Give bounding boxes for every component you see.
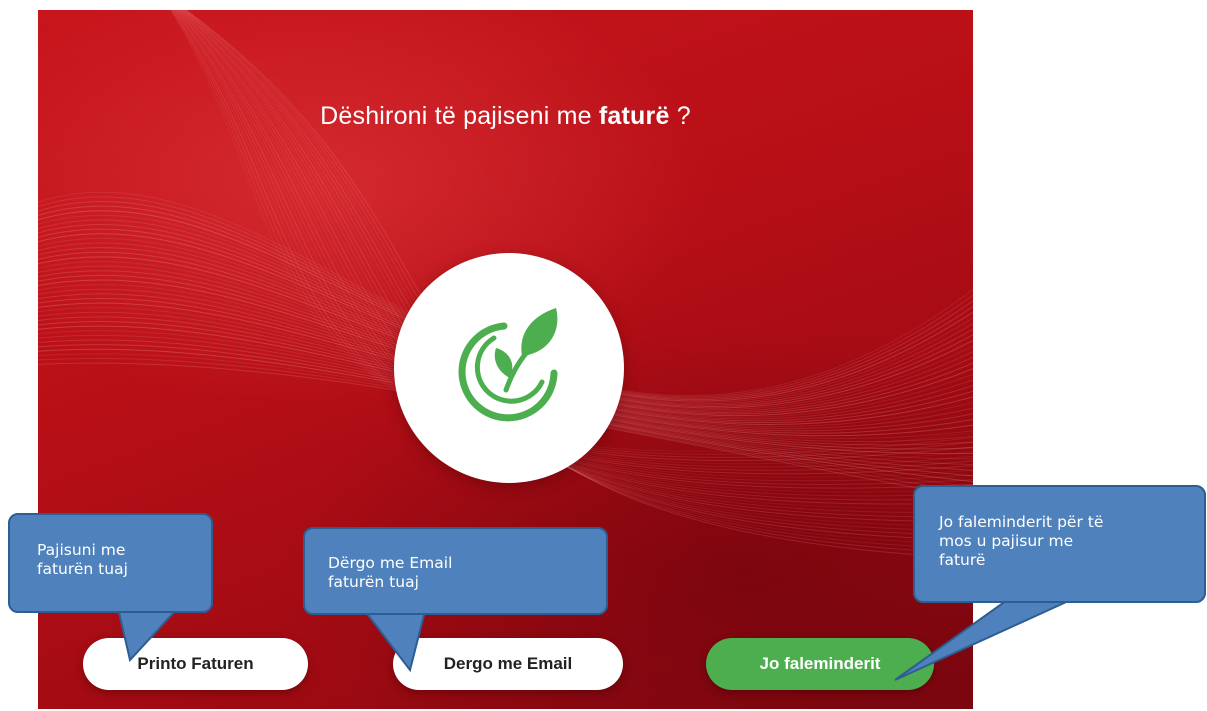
decline-invoice-button[interactable]: Jo faleminderit: [706, 638, 934, 690]
callout-print: Pajisuni me faturën tuaj: [8, 513, 213, 613]
callout-decline: Jo faleminderit për të mos u pajisur me …: [913, 485, 1206, 603]
callout-print-line-1: Pajisuni me: [37, 541, 126, 559]
email-invoice-button[interactable]: Dergo me Email: [393, 638, 623, 690]
callout-email: Dërgo me Email faturën tuaj: [303, 527, 608, 615]
callout-email-line-2: faturën tuaj: [328, 573, 419, 591]
callout-decline-line-3: faturë: [939, 551, 986, 569]
green-leaf-sprout-icon: [458, 308, 558, 422]
callout-print-line-2: faturën tuaj: [37, 560, 128, 578]
callout-decline-line-2: mos u pajisur me: [939, 532, 1074, 550]
callout-decline-line-1: Jo faleminderit për të: [939, 513, 1104, 531]
logo-circle: [394, 253, 624, 483]
question-prefix: Dëshironi të pajiseni me: [320, 102, 592, 130]
print-invoice-button[interactable]: Printo Faturen: [83, 638, 308, 690]
question-mark: ?: [676, 102, 691, 130]
invoice-question: Dëshironi të pajiseni me faturë ?: [38, 102, 973, 131]
question-bold-word: faturë: [598, 102, 670, 130]
callout-email-line-1: Dërgo me Email: [328, 554, 453, 572]
